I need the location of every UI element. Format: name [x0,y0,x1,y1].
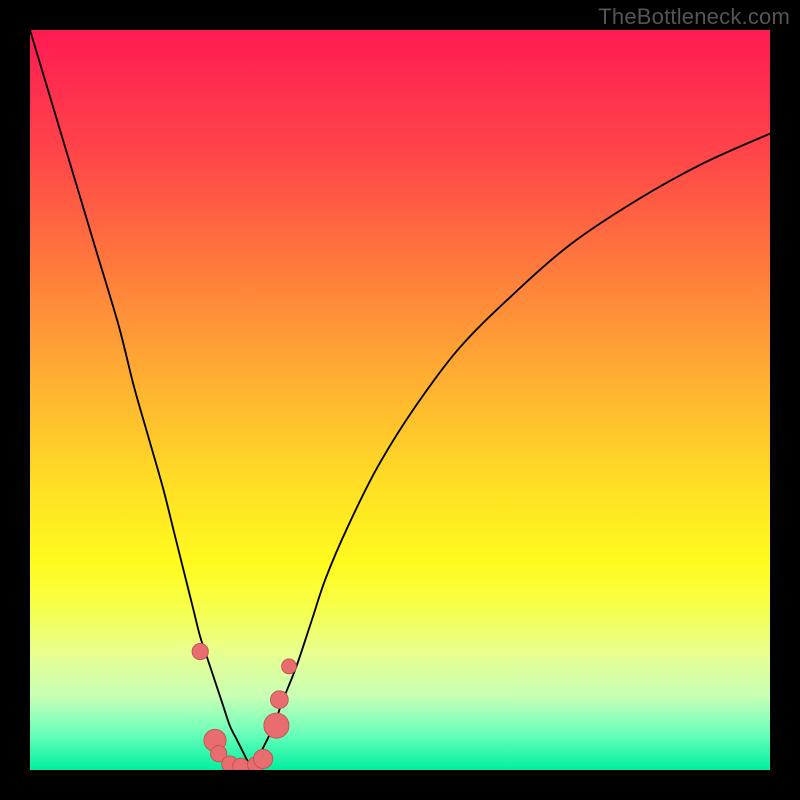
data-marker [192,643,208,659]
watermark-text: TheBottleneck.com [598,4,790,30]
bottleneck-curve-right [252,134,770,770]
data-marker [253,749,272,768]
data-marker [233,758,249,770]
curve-layer [30,30,770,770]
data-marker [282,659,297,674]
plot-area [30,30,770,770]
data-marker [264,713,289,738]
chart-frame: TheBottleneck.com [0,0,800,800]
bottleneck-curve-left [30,30,252,770]
data-marker [271,691,289,709]
data-markers [192,643,296,770]
